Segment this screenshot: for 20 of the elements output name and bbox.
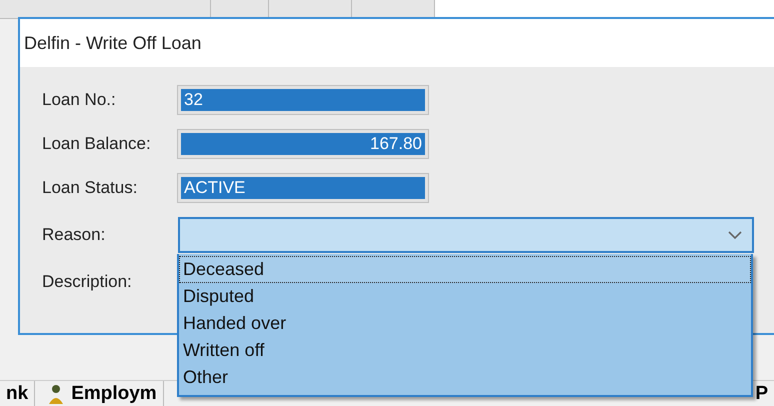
input-field[interactable]: ACTIVE	[178, 174, 428, 202]
tab[interactable]: nk	[0, 381, 36, 406]
window-title: Delfin - Write Off Loan	[24, 32, 202, 54]
dropdown-option[interactable]: Deceased	[179, 256, 751, 283]
dropdown-option[interactable]: Disputed	[179, 283, 751, 310]
tab[interactable]: P	[749, 381, 774, 406]
dropdown-option[interactable]: Handed over	[179, 310, 751, 337]
input-field[interactable]: 167.80	[178, 130, 428, 158]
input-field[interactable]: 32	[178, 86, 428, 114]
dropdown-option[interactable]: Written off	[179, 337, 751, 364]
field-label: Loan No.:	[42, 90, 117, 110]
person-icon	[47, 384, 66, 404]
dropdown-option[interactable]: Other	[179, 364, 751, 391]
chevron-down-icon	[728, 230, 742, 240]
field-label: Description:	[42, 272, 133, 292]
field-label: Loan Status:	[42, 178, 138, 198]
field-label: Loan Balance:	[42, 134, 152, 154]
field-label: Reason:	[42, 225, 106, 245]
reason-dropdown[interactable]	[178, 217, 754, 253]
tab[interactable]: Employm	[41, 381, 164, 406]
